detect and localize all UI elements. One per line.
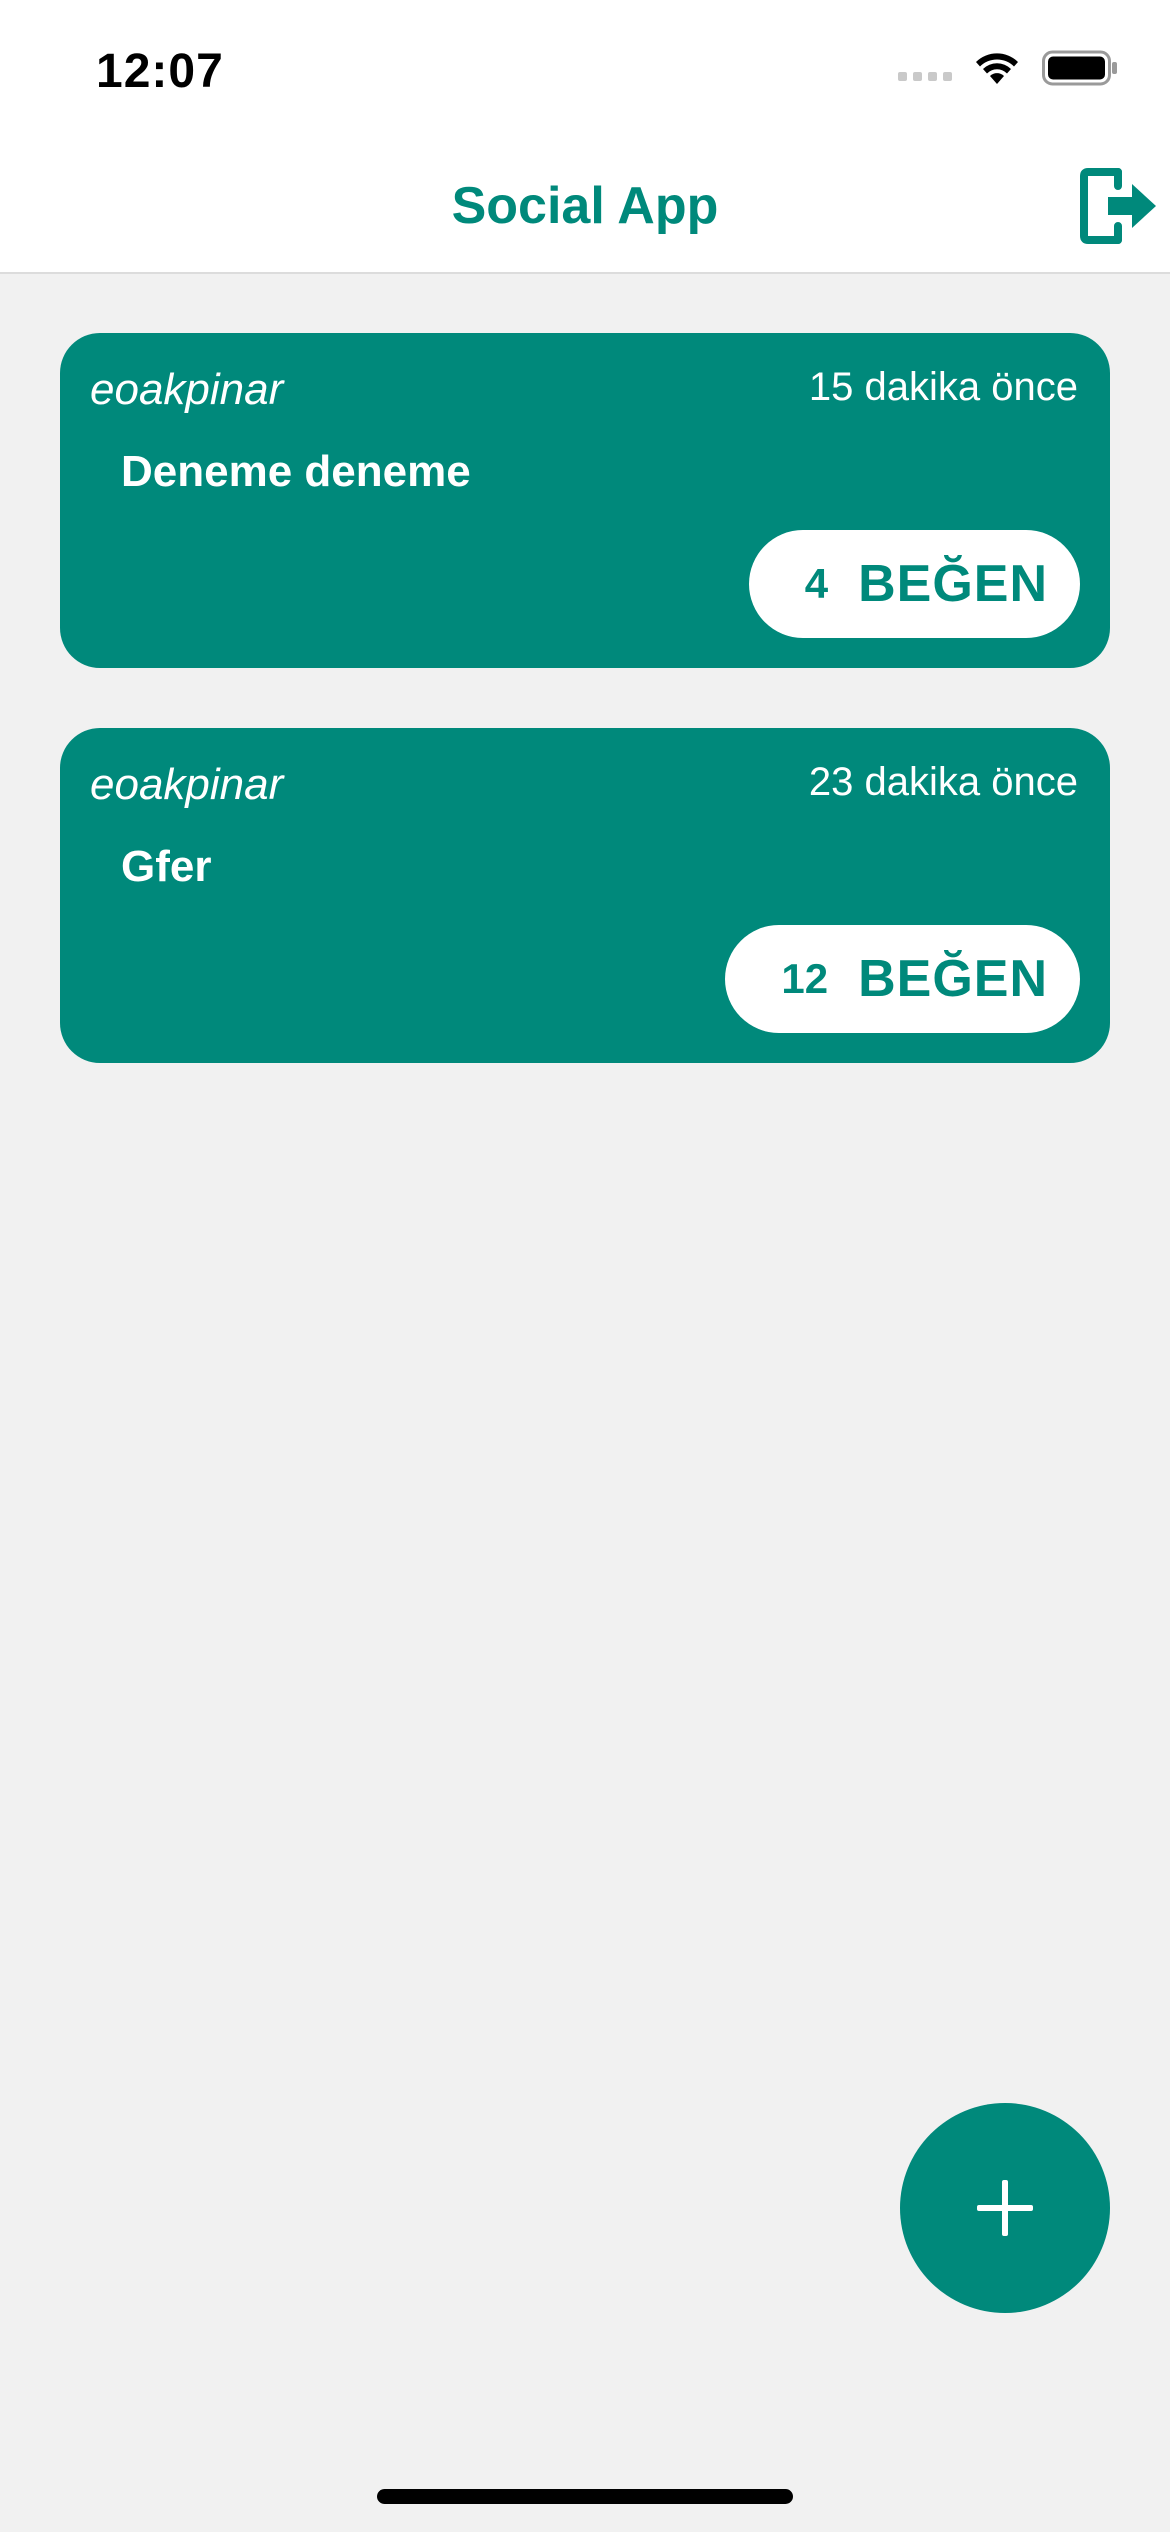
logout-button[interactable] bbox=[1078, 164, 1162, 248]
like-label: BEĞEN bbox=[858, 950, 1048, 1008]
home-indicator bbox=[377, 2489, 793, 2504]
post-body: Deneme deneme bbox=[121, 447, 471, 496]
plus-icon bbox=[977, 2180, 1033, 2236]
status-indicators bbox=[898, 50, 1118, 86]
post-body: Gfer bbox=[121, 842, 212, 891]
post-author: eoakpinar bbox=[90, 365, 284, 414]
post-time: 23 dakika önce bbox=[808, 760, 1078, 804]
post-time: 15 dakika önce bbox=[808, 365, 1078, 409]
post-author: eoakpinar bbox=[90, 760, 284, 809]
like-button[interactable]: 12 BEĞEN bbox=[725, 925, 1080, 1033]
like-count: 12 bbox=[781, 955, 829, 1002]
status-bar: 12:07 bbox=[0, 0, 1170, 140]
signal-icon bbox=[898, 71, 952, 81]
like-button[interactable]: 4 BEĞEN bbox=[748, 530, 1080, 638]
post-card: eoakpinar 23 dakika önce Gfer 12 BEĞEN bbox=[60, 728, 1110, 1063]
status-time: 12:07 bbox=[96, 45, 224, 98]
like-count: 4 bbox=[804, 560, 829, 607]
logout-icon bbox=[1080, 168, 1156, 244]
page-title: Social App bbox=[451, 177, 719, 235]
add-post-button[interactable] bbox=[900, 2103, 1110, 2313]
wifi-icon bbox=[976, 53, 1018, 84]
like-label: BEĞEN bbox=[858, 555, 1048, 613]
post-feed: eoakpinar 15 dakika önce Deneme deneme 4… bbox=[60, 333, 1110, 1123]
post-card: eoakpinar 15 dakika önce Deneme deneme 4… bbox=[60, 333, 1110, 668]
battery-icon bbox=[1042, 50, 1117, 86]
nav-bar: Social App bbox=[0, 140, 1170, 274]
